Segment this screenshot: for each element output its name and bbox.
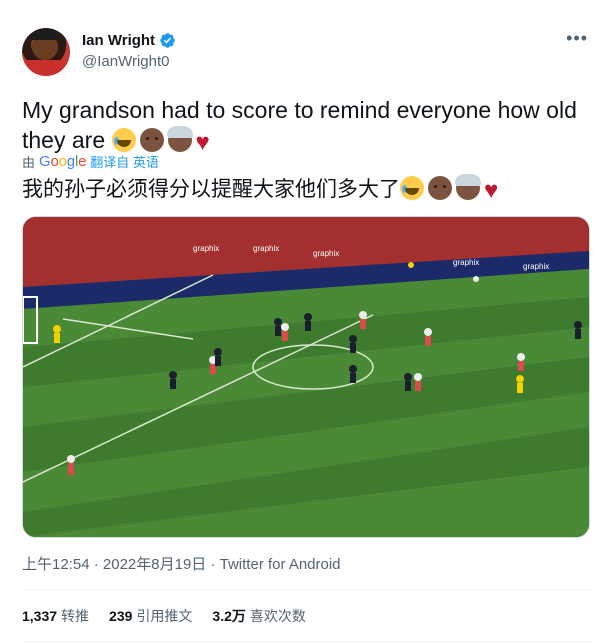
tweet-date[interactable]: 2022年8月19日 [103,556,206,573]
translation-attribution: 由 Google 翻译自 英语 [22,152,159,171]
ad-text: graphix [523,262,549,271]
translated-by-prefix: 由 [22,155,36,170]
ad-text: graphix [313,249,339,258]
tweet-stats: 1,337 转推 239 引用推文 3.2万 喜欢次数 [22,606,306,626]
tweet-text-english: My grandson had to score to remind every… [22,95,592,155]
ad-text: graphix [453,258,479,267]
author-handle[interactable]: @IanWright0 [82,53,170,70]
man-emoji-icon [139,128,164,152]
retweets-stat[interactable]: 1,337 转推 [22,606,89,626]
tweet-card: Ian Wright @IanWright0 ••• My grandson h… [0,0,616,644]
tweet-text-line1: My grandson had to score to remind every… [22,97,577,123]
tweet-text-line2: they are [22,127,106,153]
ad-text: graphix [193,244,219,253]
divider [22,589,590,590]
tweet-text-zh: 我的孙子必须得分以提醒大家他们多大了 [22,178,400,201]
google-logo: Google [39,153,87,170]
older-woman-emoji-icon [166,126,193,152]
face-with-tears-of-joy-icon [400,176,424,200]
more-horizontal-icon[interactable]: ••• [566,29,588,47]
likes-label: 喜欢次数 [249,608,306,624]
translated-from-link[interactable]: 翻译自 英语 [90,152,159,171]
ad-text: graphix [253,244,279,253]
meta-separator: · [210,556,216,573]
likes-count: 3.2万 [212,608,246,624]
author-avatar[interactable] [22,28,70,76]
man-emoji-icon [428,176,452,200]
retweets-label: 转推 [61,608,90,624]
red-heart-icon: ♥ [484,177,499,204]
quotes-stat[interactable]: 239 引用推文 [109,606,192,626]
meta-separator: · [93,556,99,573]
avatar-shirt [22,60,70,76]
quotes-label: 引用推文 [136,608,193,624]
verified-badge-icon [160,33,175,48]
tweet-time[interactable]: 上午12:54 [22,556,90,573]
divider [22,641,590,642]
likes-stat[interactable]: 3.2万 喜欢次数 [212,606,305,626]
tweet-media-video[interactable]: graphix graphix graphix graphix graphix [22,216,590,538]
quotes-count: 239 [109,608,133,624]
football-pitch-frame: graphix graphix graphix graphix graphix [23,217,589,537]
face-with-tears-of-joy-icon [111,128,136,152]
red-heart-icon: ♥ [195,129,210,156]
older-woman-emoji-icon [455,174,481,200]
author-name-row[interactable]: Ian Wright [82,32,176,49]
tweet-meta: 上午12:54 · 2022年8月19日 · Twitter for Andro… [22,553,341,574]
retweets-count: 1,337 [22,608,58,624]
author-display-name[interactable]: Ian Wright [82,32,155,49]
tweet-text-translated: 我的孙子必须得分以提醒大家他们多大了 ♥ [22,174,592,206]
tweet-source[interactable]: Twitter for Android [220,556,341,573]
avatar-hat [30,30,60,40]
